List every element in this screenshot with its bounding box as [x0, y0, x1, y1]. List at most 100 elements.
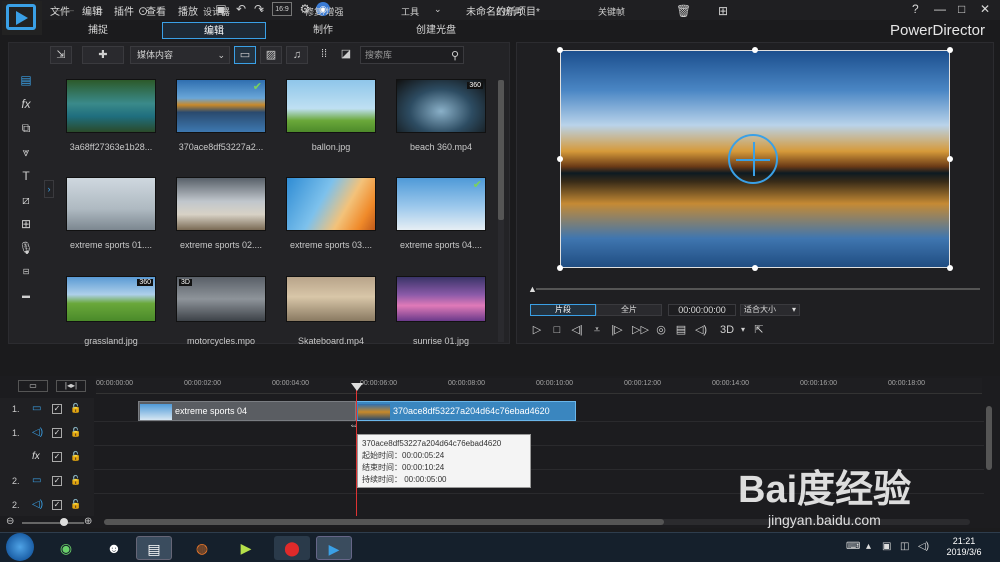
library-scrollbar-thumb[interactable] — [498, 80, 504, 220]
title-room-icon[interactable]: T — [18, 168, 34, 184]
expand-panel-icon[interactable]: › — [44, 180, 54, 198]
timeline-clip-selected[interactable]: 370ace8df53227a204d64c76ebad4620 — [356, 401, 576, 421]
pip-room-icon[interactable]: ⧉ — [18, 120, 34, 136]
media-thumb-5[interactable] — [66, 177, 156, 231]
undock-preview-icon[interactable]: ⇱ — [752, 323, 766, 337]
track-enable-checkbox[interactable]: ✓ — [52, 476, 62, 486]
lock-icon[interactable]: 🔓 — [70, 451, 81, 462]
zoom-out-icon[interactable]: ⊖ — [6, 516, 14, 527]
resize-handle-tl[interactable] — [557, 47, 563, 53]
media-thumb-1[interactable] — [66, 79, 156, 133]
grid-view-icon[interactable]: ⁞⁞ — [316, 46, 332, 64]
timecode-display[interactable]: 00:00:00:00 — [668, 304, 736, 316]
menu-view[interactable]: 查看 — [146, 3, 166, 18]
lock-icon[interactable]: 🔓 — [70, 475, 81, 486]
movie-mode-button[interactable]: 全片 — [596, 304, 662, 316]
thumbnail-size-icon[interactable]: ◪ — [338, 46, 354, 64]
keyframe-button[interactable]: 关键帧 — [598, 5, 625, 18]
library-search-input[interactable]: 搜索库 ⚲ — [360, 46, 464, 64]
tab-capture[interactable]: 捕捉 — [58, 22, 138, 39]
start-button[interactable] — [6, 533, 34, 561]
import-media-icon[interactable]: ⇲ — [50, 46, 72, 64]
snapshot-camera-icon[interactable]: ◎ — [654, 323, 668, 337]
tab-edit[interactable]: 编辑 — [162, 22, 266, 39]
zoom-slider-knob[interactable] — [60, 518, 68, 526]
tab-create-disc[interactable]: 创建光盘 — [396, 22, 476, 39]
help-button[interactable]: ? — [912, 2, 919, 16]
track-enable-checkbox[interactable]: ✓ — [52, 500, 62, 510]
designer-button[interactable]: 设计器 — [203, 5, 230, 18]
timeline-hscroll-thumb[interactable] — [104, 519, 664, 525]
menu-circle-icon[interactable]: ⊙ — [138, 4, 148, 18]
search-icon[interactable]: ⚲ — [451, 48, 459, 64]
undo-icon[interactable]: ↶ — [234, 2, 248, 16]
subtitles-icon[interactable]: ▤ — [674, 323, 688, 337]
media-thumb-7[interactable] — [286, 177, 376, 231]
resize-handle-l[interactable] — [557, 156, 563, 162]
media-thumb-11[interactable] — [286, 276, 376, 322]
crop-icon[interactable]: ⌗ — [96, 4, 103, 19]
3d-dropdown-icon[interactable]: ▾ — [736, 323, 750, 337]
track-manager-icon[interactable]: ▭ — [18, 380, 48, 392]
track-enable-checkbox[interactable]: ✓ — [52, 404, 62, 414]
taskbar-app-icon-5[interactable]: ▶ — [228, 536, 264, 560]
taskbar-qq-icon[interactable]: ☻ — [96, 536, 132, 560]
close-button[interactable]: ✕ — [980, 2, 990, 16]
effects-room-icon[interactable]: fx — [18, 96, 34, 112]
filter-audio-icon[interactable]: ♫ — [286, 46, 308, 64]
transition-room-icon[interactable]: ⧄ — [18, 192, 34, 208]
media-thumb-8[interactable]: ✔ — [396, 177, 486, 231]
media-thumb-3[interactable] — [286, 79, 376, 133]
fit-size-select[interactable]: 适合大小 ▾ — [740, 304, 800, 316]
track-enable-checkbox[interactable]: ✓ — [52, 428, 62, 438]
delete-trash-icon[interactable]: 🗑 — [676, 4, 691, 18]
zoom-in-icon[interactable]: ⊕ — [84, 516, 92, 527]
filter-video-icon[interactable]: ▭ — [234, 46, 256, 64]
menu-play[interactable]: 播放 — [178, 3, 198, 18]
volume-icon[interactable]: ◁) — [694, 323, 708, 337]
aspect-ratio-icon[interactable]: 16:9 — [272, 2, 292, 16]
media-thumb-9[interactable]: 360 — [66, 276, 156, 322]
resize-handle-tr[interactable] — [947, 47, 953, 53]
fit-timeline-icon[interactable]: |◂▸| — [56, 380, 86, 392]
taskbar-firefox-icon[interactable]: ◍ — [184, 536, 220, 560]
maximize-button[interactable]: □ — [958, 2, 965, 16]
resize-handle-t[interactable] — [752, 47, 758, 53]
media-thumb-10[interactable]: 3D — [176, 276, 266, 322]
tab-produce[interactable]: 制作 — [288, 22, 358, 39]
taskbar-app-icon-1[interactable]: ◉ — [48, 536, 84, 560]
play-icon[interactable]: ▷ — [530, 323, 544, 337]
track-enable-checkbox[interactable]: ✓ — [52, 452, 62, 462]
taskbar-record-icon[interactable]: ⬤ — [274, 536, 310, 560]
playhead-handle-icon[interactable] — [351, 383, 363, 391]
preview-scrub-bar[interactable] — [536, 288, 980, 290]
slideshow-button[interactable]: 幻灯片 — [496, 5, 523, 18]
media-thumb-2[interactable]: ✔ — [176, 79, 266, 133]
content-type-select[interactable]: 媒体内容 ⌄ — [130, 46, 230, 64]
stop-icon[interactable]: □ — [550, 323, 564, 337]
voiceover-mic-icon[interactable]: 🎙 — [18, 240, 34, 256]
menu-plugins[interactable]: 插件 — [114, 3, 134, 18]
previous-frame-icon[interactable]: ◁| — [570, 323, 584, 337]
library-scrollbar[interactable] — [498, 80, 504, 342]
resize-handle-br[interactable] — [947, 265, 953, 271]
media-thumb-12[interactable] — [396, 276, 486, 322]
clip-mode-button[interactable]: 片段 — [530, 304, 596, 316]
resize-handle-r[interactable] — [947, 156, 953, 162]
filter-image-icon[interactable]: ▨ — [260, 46, 282, 64]
audio-mixing-icon[interactable]: ⊞ — [18, 216, 34, 232]
3d-mode-button[interactable]: 3D — [716, 323, 738, 337]
minimize-button[interactable]: — — [934, 2, 946, 16]
tools-dropdown-icon[interactable]: ⌄ — [434, 4, 442, 15]
lock-icon[interactable]: 🔓 — [70, 427, 81, 438]
next-frame-icon[interactable]: |▷ — [610, 323, 624, 337]
resize-handle-bl[interactable] — [557, 265, 563, 271]
insert-clip-icon[interactable]: ⊣⊢ — [54, 4, 75, 18]
subtitle-room-icon[interactable]: ▬ — [18, 288, 34, 304]
media-thumb-4[interactable]: 360 — [396, 79, 486, 133]
zoom-slider[interactable] — [22, 522, 84, 524]
fix-enhance-button[interactable]: 修复/增强 — [305, 5, 344, 18]
timeline-clip[interactable]: extreme sports 04 — [138, 401, 356, 421]
scrub-head-icon[interactable]: ▲ — [528, 284, 537, 294]
chapter-room-icon[interactable]: ⊟ — [18, 264, 34, 280]
